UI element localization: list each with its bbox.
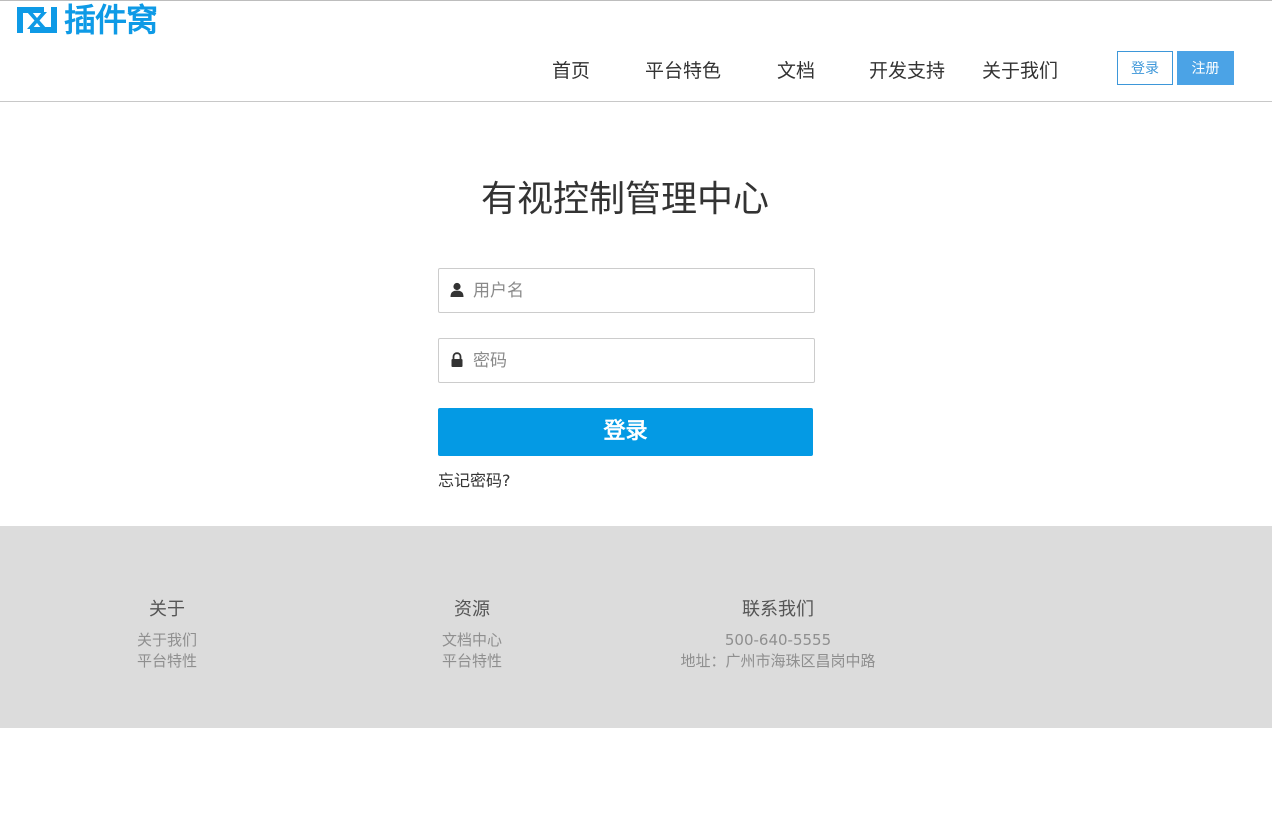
footer-column-about: 关于 关于我们 平台特性 (127, 596, 207, 672)
footer-column-contact: 联系我们 500-640-5555 地址：广州市海珠区昌岗中路 (653, 596, 903, 672)
footer-link-about-us[interactable]: 关于我们 (127, 630, 207, 651)
nav-item-about[interactable]: 关于我们 (982, 58, 1058, 84)
username-field-wrapper (438, 268, 815, 313)
nav-item-docs[interactable]: 文档 (777, 58, 815, 84)
password-field-wrapper (438, 338, 815, 383)
lock-icon (451, 352, 463, 367)
logo-text: 插件窝 (64, 1, 158, 39)
login-submit-button[interactable]: 登录 (438, 408, 813, 456)
page-title: 有视控制管理中心 (480, 179, 769, 220)
footer-link-docs-center[interactable]: 文档中心 (432, 630, 512, 651)
nav-item-features[interactable]: 平台特色 (645, 58, 721, 84)
password-input[interactable] (473, 339, 803, 382)
footer-link-platform-features[interactable]: 平台特性 (432, 651, 512, 672)
footer-address: 地址：广州市海珠区昌岗中路 (680, 652, 876, 670)
user-icon (450, 282, 464, 297)
nav-item-home[interactable]: 首页 (552, 58, 590, 84)
site-footer: 关于 关于我们 平台特性 资源 文档中心 平台特性 联系我们 500-640-5… (0, 526, 1272, 728)
forgot-password-link[interactable]: 忘记密码? (438, 469, 511, 493)
site-header: 插件窝 首页 平台特色 文档 开发支持 关于我们 登录 注册 (0, 0, 1272, 102)
logo-mark-icon (17, 7, 57, 33)
nav-item-dev-support[interactable]: 开发支持 (869, 58, 945, 84)
footer-column-resources: 资源 文档中心 平台特性 (432, 596, 512, 672)
site-logo[interactable]: 插件窝 (14, 1, 158, 39)
footer-heading: 资源 (454, 599, 490, 620)
footer-heading: 联系我们 (742, 599, 814, 620)
footer-heading: 关于 (149, 599, 185, 620)
footer-phone: 500-640-5555 (724, 631, 832, 649)
footer-link-platform-features[interactable]: 平台特性 (127, 651, 207, 672)
header-register-button[interactable]: 注册 (1177, 51, 1234, 85)
header-login-button[interactable]: 登录 (1117, 51, 1173, 85)
username-input[interactable] (473, 269, 803, 312)
